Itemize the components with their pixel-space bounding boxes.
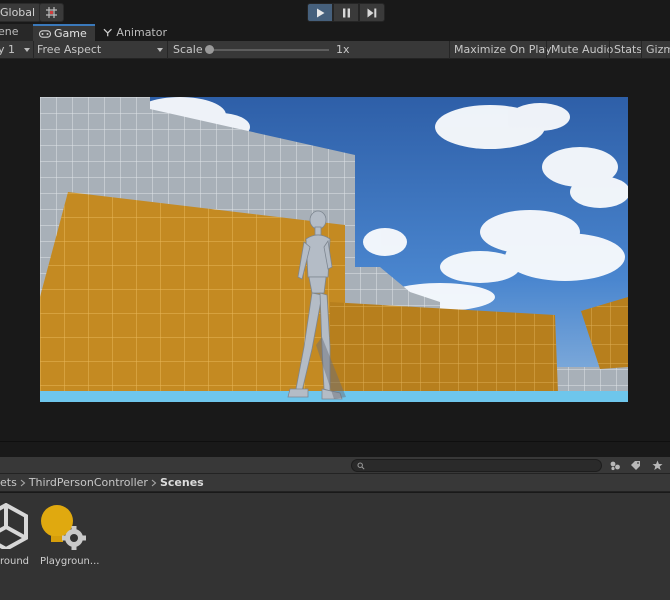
panel-splitter[interactable] <box>0 441 670 457</box>
divider <box>546 41 547 59</box>
star-icon <box>652 460 663 470</box>
asset-tile[interactable] <box>38 503 90 553</box>
playmode-controls <box>307 3 385 22</box>
divider <box>449 41 450 59</box>
filter-by-label-button[interactable] <box>626 458 645 473</box>
breadcrumb-item[interactable]: ThirdPersonController <box>29 476 148 489</box>
divider <box>33 41 34 59</box>
main-toolbar: Global <box>0 0 670 24</box>
divider <box>641 41 642 59</box>
tab-animator[interactable]: Animator <box>97 24 167 41</box>
scale-value: 1x <box>336 43 350 56</box>
game-render[interactable] <box>40 97 628 402</box>
stats-toggle[interactable]: Stats <box>614 42 642 58</box>
breadcrumb-current[interactable]: Scenes <box>160 476 204 489</box>
search-icon <box>357 462 365 470</box>
asset-name: Playgroun... <box>40 556 100 567</box>
maximize-on-play-toggle[interactable]: Maximize On Play <box>454 42 552 58</box>
play-icon <box>316 8 324 17</box>
tab-game-label: Game <box>54 26 87 40</box>
chevron-right-icon <box>20 479 26 486</box>
aspect-dropdown[interactable]: Free Aspect <box>37 42 101 58</box>
tab-scene[interactable]: ene <box>0 24 33 41</box>
breadcrumb-item[interactable]: ets <box>0 476 17 489</box>
scale-slider-track[interactable] <box>207 49 329 51</box>
tag-icon <box>631 461 640 470</box>
scale-label: Scale <box>173 43 203 56</box>
lighting-settings-icon <box>41 505 86 550</box>
tab-game[interactable]: Game <box>33 24 95 41</box>
step-icon <box>367 8 377 17</box>
game-view-controls: y 1 Free Aspect Scale 1x Maximize On Pla… <box>0 41 670 59</box>
tab-animator-label: Animator <box>116 25 167 39</box>
divider <box>167 41 168 59</box>
tab-scene-label: ene <box>0 25 19 38</box>
asset-name: round <box>0 556 30 567</box>
breadcrumb: ets ThirdPersonController Scenes <box>0 474 670 492</box>
filter-by-type-button[interactable] <box>605 458 624 473</box>
grid-snap-button[interactable] <box>39 3 64 22</box>
view-tab-strip: ene Game Animator <box>0 24 670 41</box>
aspect-dropdown-chevron-icon <box>157 48 163 52</box>
step-button[interactable] <box>359 3 385 22</box>
game-scene-image <box>40 97 628 402</box>
unity-scene-icon <box>0 503 28 549</box>
project-search-input[interactable] <box>351 459 602 472</box>
favorites-button[interactable] <box>648 458 667 473</box>
display-dropdown[interactable]: y 1 <box>0 42 15 58</box>
global-toggle[interactable]: Global <box>0 3 42 22</box>
chevron-right-icon <box>151 479 157 486</box>
display-dropdown-chevron-icon <box>24 48 30 52</box>
animator-icon <box>103 28 112 37</box>
pause-icon <box>342 8 350 17</box>
divider <box>609 41 610 59</box>
grid-snap-icon <box>46 7 57 18</box>
filter-type-icon <box>610 461 620 471</box>
project-assets-grid <box>0 493 670 600</box>
play-button[interactable] <box>307 3 333 22</box>
gizmos-toggle[interactable]: Gizm <box>646 42 670 58</box>
mute-audio-toggle[interactable]: Mute Audio <box>551 42 613 58</box>
scale-slider-handle[interactable] <box>205 45 214 54</box>
pause-button[interactable] <box>333 3 359 22</box>
asset-tile[interactable] <box>0 503 30 553</box>
game-controller-icon <box>39 29 51 38</box>
